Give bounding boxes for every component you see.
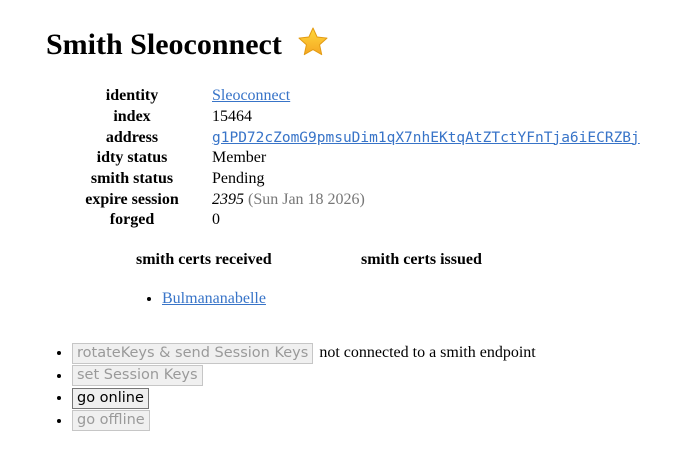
- list-item: go offline: [72, 410, 536, 433]
- certs-issued-heading: smith certs issued: [361, 251, 482, 268]
- certs-received-heading: smith certs received: [136, 251, 272, 268]
- star-icon: [297, 26, 329, 68]
- address-link[interactable]: g1PD72cZomG9pmsuDim1qX7nhEKtqAtZTctYFnTj…: [212, 130, 640, 146]
- list-item: Bulmananabelle: [162, 289, 266, 309]
- list-item: go online: [72, 387, 536, 410]
- page-title-text: Smith Sleoconnect: [46, 28, 282, 61]
- identity-info-table: identity Sleoconnect index 15464 address…: [80, 86, 640, 231]
- smith-status-value: Pending: [212, 170, 265, 188]
- set-session-keys-button[interactable]: set Session Keys: [72, 365, 203, 387]
- go-offline-button[interactable]: go offline: [72, 410, 150, 432]
- go-online-button[interactable]: go online: [72, 387, 149, 409]
- idty-status-value: Member: [212, 149, 267, 167]
- info-row-expire-session: expire session 2395 (Sun Jan 18 2026): [80, 189, 640, 210]
- expire-session-date: (Sun Jan 18 2026): [248, 190, 365, 208]
- info-key: forged: [109, 211, 155, 229]
- identity-link[interactable]: Sleoconnect: [212, 87, 290, 104]
- list-item: rotateKeys & send Session Keys not conne…: [72, 342, 536, 365]
- info-key: smith status: [90, 170, 174, 188]
- connection-status: not connected to a smith endpoint: [319, 344, 536, 362]
- list-item: set Session Keys: [72, 365, 536, 388]
- certs-received-list: Bulmananabelle: [0, 289, 266, 309]
- rotate-keys-button[interactable]: rotateKeys & send Session Keys: [72, 342, 314, 364]
- info-row-forged: forged 0: [80, 210, 640, 231]
- info-key: identity: [105, 87, 159, 105]
- expire-session-value: 2395: [212, 190, 244, 208]
- info-row-idty-status: idty status Member: [80, 148, 640, 169]
- info-key: address: [105, 128, 159, 146]
- info-row-identity: identity Sleoconnect: [80, 86, 640, 107]
- info-row-address: address g1PD72cZomG9pmsuDim1qX7nhEKtqAtZ…: [80, 127, 640, 148]
- page-title: Smith Sleoconnect: [46, 26, 329, 68]
- forged-value: 0: [212, 211, 220, 229]
- info-row-index: index 15464: [80, 107, 640, 128]
- cert-received-link[interactable]: Bulmananabelle: [162, 290, 266, 307]
- info-key: index: [113, 108, 151, 126]
- smith-actions-list: rotateKeys & send Session Keys not conne…: [0, 342, 536, 432]
- index-value: 15464: [212, 108, 252, 126]
- info-key: expire session: [85, 190, 179, 208]
- info-key: idty status: [96, 149, 168, 167]
- info-row-smith-status: smith status Pending: [80, 169, 640, 190]
